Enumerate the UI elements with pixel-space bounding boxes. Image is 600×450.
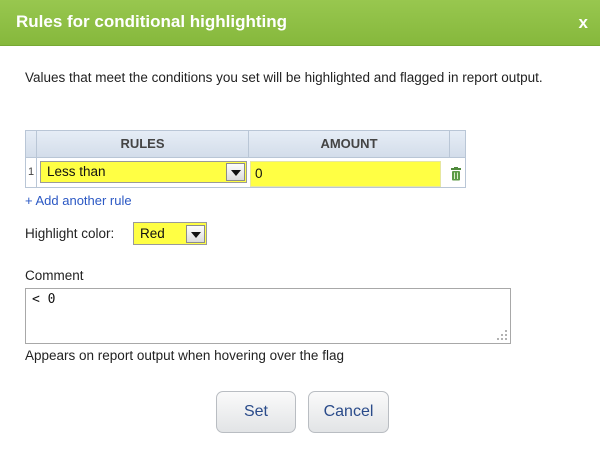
trash-icon[interactable] [450,167,462,181]
column-header-amount: AMOUNT [249,131,450,157]
highlight-color-value: Red [140,226,165,241]
rule-select-value: Less than [47,164,106,179]
close-button[interactable]: x [579,14,588,31]
highlight-color-label: Highlight color: [25,226,115,241]
row-number: 1 [26,158,37,187]
add-rule-link[interactable]: + Add another rule [25,193,132,208]
dialog-description: Values that meet the conditions you set … [25,70,543,85]
comment-textarea[interactable]: < 0 [25,288,511,344]
highlight-color-select[interactable]: Red [133,222,207,245]
comment-hint: Appears on report output when hovering o… [25,348,344,363]
column-header-action [450,131,465,157]
amount-input[interactable]: 0 [250,161,441,187]
rules-table: RULES AMOUNT 1 Less than 0 [25,130,466,188]
cancel-button[interactable]: Cancel [308,391,389,433]
column-header-row-number [26,131,37,157]
comment-label: Comment [25,268,84,283]
table-row: 1 Less than 0 [26,158,465,187]
set-button[interactable]: Set [216,391,296,433]
rule-select[interactable]: Less than [40,161,247,183]
column-header-rules: RULES [37,131,249,157]
chevron-down-icon[interactable] [186,225,205,243]
resize-grip-icon[interactable] [496,329,508,341]
dialog-title: Rules for conditional highlighting [16,12,288,31]
rules-table-header: RULES AMOUNT [26,131,465,158]
chevron-down-icon[interactable] [226,163,245,181]
dialog-title-bar: Rules for conditional highlighting x [0,0,600,46]
